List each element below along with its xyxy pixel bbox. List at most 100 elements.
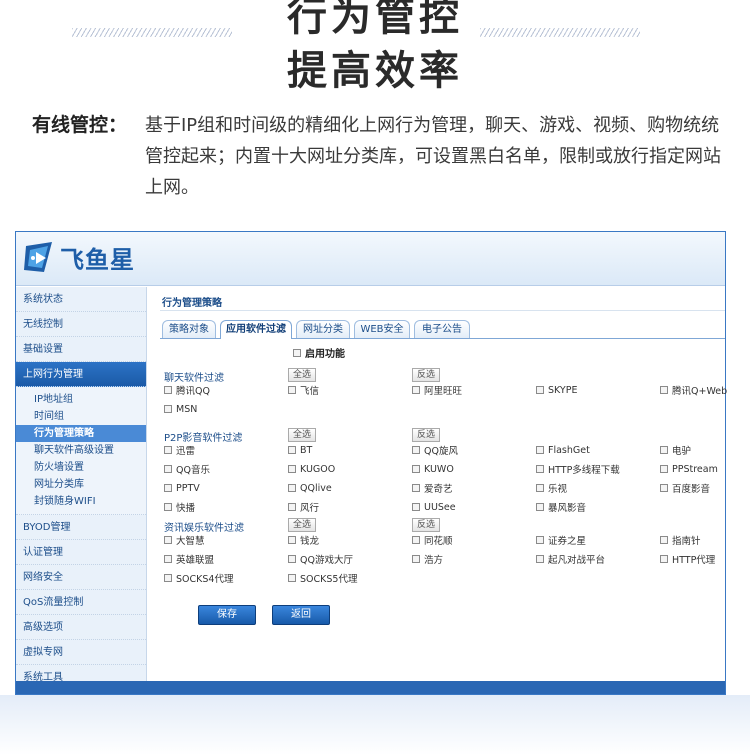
sidebar-item-behavior-management[interactable]: 上网行为管理 xyxy=(16,362,146,387)
app-filter-option[interactable]: 飞信 xyxy=(288,383,319,397)
app-filter-option[interactable]: QQ旋风 xyxy=(412,443,458,457)
app-filter-option[interactable]: PPTV xyxy=(164,481,200,495)
sidebar-item-basic-settings[interactable]: 基础设置 xyxy=(16,337,146,362)
app-filter-option[interactable]: HTTP代理 xyxy=(660,552,715,566)
app-filter-option[interactable]: 腾讯QQ xyxy=(164,383,210,397)
sidebar-item-auth[interactable]: 认证管理 xyxy=(16,540,146,565)
app-filter-option[interactable]: 阿里旺旺 xyxy=(412,383,462,397)
app-filter-option[interactable]: UUSee xyxy=(412,500,456,514)
option-checkbox[interactable] xyxy=(412,465,420,473)
tab-policy-objects[interactable]: 策略对象 xyxy=(162,320,216,338)
select-all-button[interactable]: 全选 xyxy=(288,368,317,382)
option-checkbox[interactable] xyxy=(660,446,668,454)
option-checkbox[interactable] xyxy=(288,484,296,492)
app-filter-option[interactable]: 暴风影音 xyxy=(536,500,586,514)
option-checkbox[interactable] xyxy=(288,536,296,544)
option-checkbox[interactable] xyxy=(164,503,172,511)
sidebar-item-security[interactable]: 网络安全 xyxy=(16,565,146,590)
app-filter-option[interactable]: 钱龙 xyxy=(288,533,319,547)
option-checkbox[interactable] xyxy=(412,386,420,394)
app-filter-option[interactable]: QQ游戏大厅 xyxy=(288,552,353,566)
option-checkbox[interactable] xyxy=(288,446,296,454)
option-checkbox[interactable] xyxy=(412,555,420,563)
sidebar-sub-block-wifi[interactable]: 封锁随身WIFI xyxy=(16,493,146,510)
option-checkbox[interactable] xyxy=(164,555,172,563)
option-checkbox[interactable] xyxy=(164,465,172,473)
app-filter-option[interactable]: 快播 xyxy=(164,500,195,514)
app-filter-option[interactable]: 爱奇艺 xyxy=(412,481,453,495)
app-filter-option[interactable]: QQlive xyxy=(288,481,332,495)
option-checkbox[interactable] xyxy=(660,536,668,544)
option-checkbox[interactable] xyxy=(288,555,296,563)
sidebar-sub-ip-group[interactable]: IP地址组 xyxy=(16,391,146,408)
option-checkbox[interactable] xyxy=(536,386,544,394)
option-checkbox[interactable] xyxy=(660,555,668,563)
option-checkbox[interactable] xyxy=(164,386,172,394)
tab-app-filter[interactable]: 应用软件过滤 xyxy=(220,320,292,339)
option-checkbox[interactable] xyxy=(660,484,668,492)
app-filter-option[interactable]: KUGOO xyxy=(288,462,335,476)
app-filter-option[interactable]: SOCKS5代理 xyxy=(288,571,357,585)
option-checkbox[interactable] xyxy=(412,536,420,544)
save-button[interactable]: 保存 xyxy=(198,605,256,625)
sidebar-sub-url-categories[interactable]: 网址分类库 xyxy=(16,476,146,493)
app-filter-option[interactable]: 英雄联盟 xyxy=(164,552,214,566)
tab-bulletin[interactable]: 电子公告 xyxy=(414,320,470,338)
sidebar-sub-policy[interactable]: 行为管理策略 xyxy=(16,425,146,442)
option-checkbox[interactable] xyxy=(164,405,172,413)
select-all-button[interactable]: 全选 xyxy=(288,518,317,532)
option-checkbox[interactable] xyxy=(164,484,172,492)
select-all-button[interactable]: 全选 xyxy=(288,428,317,442)
option-checkbox[interactable] xyxy=(288,386,296,394)
option-checkbox[interactable] xyxy=(536,465,544,473)
invert-selection-button[interactable]: 反选 xyxy=(412,428,441,442)
sidebar-item-vpn[interactable]: 虚拟专网 xyxy=(16,640,146,665)
app-filter-option[interactable]: PPStream xyxy=(660,462,718,476)
app-filter-option[interactable]: 百度影音 xyxy=(660,481,710,495)
option-checkbox[interactable] xyxy=(412,446,420,454)
invert-selection-button[interactable]: 反选 xyxy=(412,368,441,382)
option-checkbox[interactable] xyxy=(412,484,420,492)
app-filter-option[interactable]: 乐视 xyxy=(536,481,567,495)
option-checkbox[interactable] xyxy=(536,484,544,492)
app-filter-option[interactable]: MSN xyxy=(164,402,197,416)
sidebar-sub-firewall[interactable]: 防火墙设置 xyxy=(16,459,146,476)
option-checkbox[interactable] xyxy=(164,574,172,582)
tab-url-category[interactable]: 网址分类 xyxy=(296,320,350,338)
app-filter-option[interactable]: SOCKS4代理 xyxy=(164,571,233,585)
app-filter-option[interactable]: QQ音乐 xyxy=(164,462,210,476)
sidebar-sub-time-group[interactable]: 时间组 xyxy=(16,408,146,425)
sidebar-item-wireless[interactable]: 无线控制 xyxy=(16,312,146,337)
app-filter-option[interactable]: BT xyxy=(288,443,312,457)
app-filter-option[interactable]: 指南针 xyxy=(660,533,701,547)
option-checkbox[interactable] xyxy=(288,503,296,511)
app-filter-option[interactable]: 迅雷 xyxy=(164,443,195,457)
option-checkbox[interactable] xyxy=(288,465,296,473)
sidebar-item-qos[interactable]: QoS流量控制 xyxy=(16,590,146,615)
app-filter-option[interactable]: 证券之星 xyxy=(536,533,586,547)
sidebar-sub-chat-advanced[interactable]: 聊天软件高级设置 xyxy=(16,442,146,459)
sidebar-item-byod[interactable]: BYOD管理 xyxy=(16,515,146,540)
app-filter-option[interactable]: 浩方 xyxy=(412,552,443,566)
tab-web-security[interactable]: WEB安全 xyxy=(354,320,410,338)
app-filter-option[interactable]: 风行 xyxy=(288,500,319,514)
app-filter-option[interactable]: 大智慧 xyxy=(164,533,205,547)
sidebar-item-advanced[interactable]: 高级选项 xyxy=(16,615,146,640)
app-filter-option[interactable]: 同花顺 xyxy=(412,533,453,547)
option-checkbox[interactable] xyxy=(536,446,544,454)
option-checkbox[interactable] xyxy=(164,536,172,544)
option-checkbox[interactable] xyxy=(660,465,668,473)
app-filter-option[interactable]: SKYPE xyxy=(536,383,577,397)
option-checkbox[interactable] xyxy=(536,536,544,544)
sidebar-item-status[interactable]: 系统状态 xyxy=(16,287,146,312)
app-filter-option[interactable]: KUWO xyxy=(412,462,454,476)
back-button[interactable]: 返回 xyxy=(272,605,330,625)
option-checkbox[interactable] xyxy=(412,503,420,511)
option-checkbox[interactable] xyxy=(288,574,296,582)
app-filter-option[interactable]: 电驴 xyxy=(660,443,691,457)
option-checkbox[interactable] xyxy=(536,503,544,511)
app-filter-option[interactable]: FlashGet xyxy=(536,443,590,457)
app-filter-option[interactable]: 起凡对战平台 xyxy=(536,552,605,566)
enable-function-checkbox[interactable] xyxy=(293,348,301,357)
app-filter-option[interactable]: HTTP多线程下载 xyxy=(536,462,620,476)
